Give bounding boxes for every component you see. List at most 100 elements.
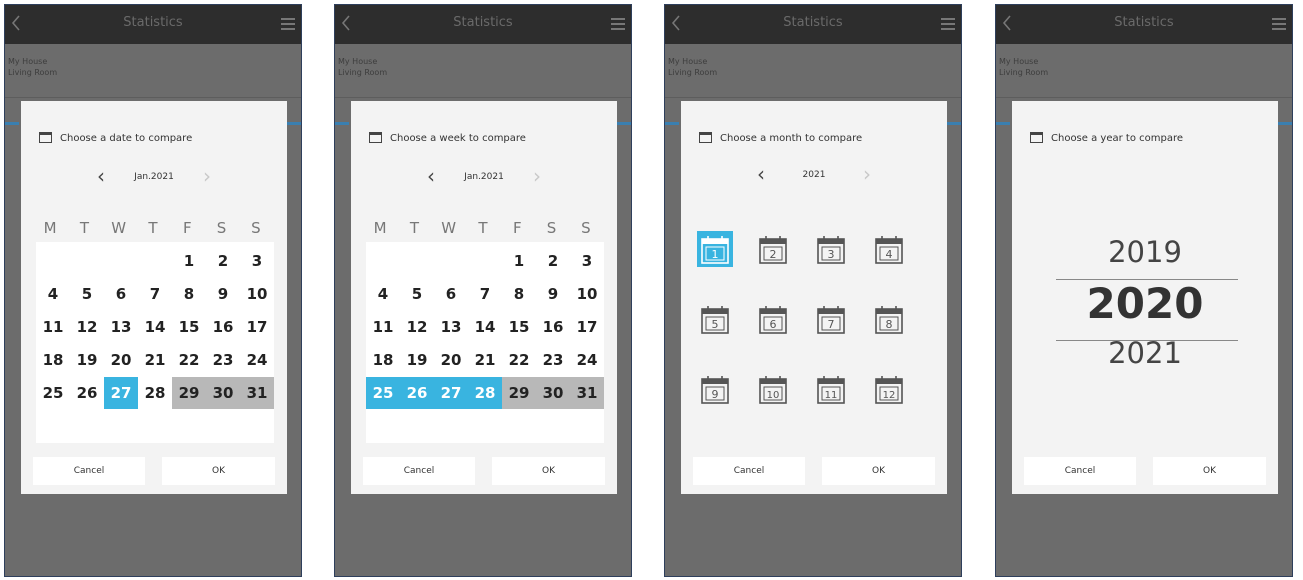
cancel-button[interactable]: Cancel [363,457,475,485]
day-cell[interactable]: 14 [468,311,502,343]
day-cell[interactable]: 29 [172,377,206,409]
day-cell[interactable]: 23 [206,344,240,376]
day-cell[interactable]: 8 [172,278,206,310]
day-cell[interactable]: 17 [570,311,604,343]
day-cell[interactable]: 2 [206,245,240,277]
day-cell[interactable]: 6 [434,278,468,310]
day-cell[interactable]: 22 [172,344,206,376]
month-cell[interactable]: 7 [813,301,849,337]
day-cell[interactable]: 31 [570,377,604,409]
day-cell[interactable]: 19 [400,344,434,376]
day-cell[interactable]: 13 [434,311,468,343]
day-cell[interactable]: 22 [502,344,536,376]
month-cell[interactable]: 4 [871,231,907,267]
menu-icon[interactable] [611,18,625,30]
year-option[interactable]: 2019 [1012,235,1278,269]
month-calendar-icon: 6 [759,306,787,334]
prev-arrow-icon[interactable]: ‹ [757,164,765,184]
next-arrow-icon[interactable]: › [203,166,211,186]
day-cell[interactable]: 4 [36,278,70,310]
top-bar: Statistics [5,5,301,44]
month-cell[interactable]: 11 [813,371,849,407]
day-cell[interactable]: 16 [536,311,570,343]
day-cell[interactable]: 4 [366,278,400,310]
day-cell[interactable]: 28 [138,377,172,409]
day-cell[interactable]: 6 [104,278,138,310]
year-option[interactable]: 2021 [1012,336,1278,370]
next-arrow-icon[interactable]: › [863,164,871,184]
day-cell[interactable]: 28 [468,377,502,409]
day-cell[interactable]: 9 [206,278,240,310]
month-cell[interactable]: 1 [697,231,733,267]
month-cell[interactable]: 2 [755,231,791,267]
day-cell[interactable]: 1 [172,245,206,277]
year-option-selected[interactable]: 2020 [1012,279,1278,328]
prev-arrow-icon[interactable]: ‹ [427,166,435,186]
cancel-button[interactable]: Cancel [1024,457,1136,485]
cancel-button[interactable]: Cancel [33,457,145,485]
day-cell[interactable]: 14 [138,311,172,343]
day-cell[interactable]: 10 [570,278,604,310]
day-cell[interactable]: 24 [570,344,604,376]
day-cell[interactable]: 10 [240,278,274,310]
day-cell[interactable]: 18 [366,344,400,376]
ok-button[interactable]: OK [822,457,935,485]
day-cell[interactable]: 18 [36,344,70,376]
month-cell[interactable]: 9 [697,371,733,407]
day-cell[interactable]: 1 [502,245,536,277]
day-cell[interactable]: 20 [434,344,468,376]
ok-button[interactable]: OK [162,457,275,485]
weekday-label: T [148,219,158,237]
day-cell[interactable]: 11 [36,311,70,343]
day-cell[interactable]: 7 [138,278,172,310]
next-arrow-icon[interactable]: › [533,166,541,186]
day-cell[interactable]: 26 [400,377,434,409]
day-cell[interactable]: 15 [172,311,206,343]
month-cell[interactable]: 10 [755,371,791,407]
day-cell[interactable]: 5 [70,278,104,310]
day-cell[interactable]: 5 [400,278,434,310]
cancel-button[interactable]: Cancel [693,457,805,485]
day-cell[interactable]: 13 [104,311,138,343]
day-cell[interactable]: 3 [240,245,274,277]
day-cell[interactable]: 11 [366,311,400,343]
day-cell[interactable]: 9 [536,278,570,310]
day-cell[interactable]: 27 [104,377,138,409]
ok-button[interactable]: OK [492,457,605,485]
day-cell[interactable]: 15 [502,311,536,343]
day-cell[interactable]: 23 [536,344,570,376]
day-cell[interactable]: 7 [468,278,502,310]
weekday-label: S [546,219,557,237]
menu-icon[interactable] [281,18,295,30]
day-cell[interactable]: 3 [570,245,604,277]
day-cell[interactable]: 30 [536,377,570,409]
day-cell[interactable]: 27 [434,377,468,409]
day-cell[interactable]: 25 [366,377,400,409]
month-cell[interactable]: 5 [697,301,733,337]
menu-icon[interactable] [941,18,955,30]
day-cell[interactable]: 24 [240,344,274,376]
day-cell[interactable]: 29 [502,377,536,409]
day-cell[interactable]: 17 [240,311,274,343]
day-cell[interactable]: 30 [206,377,240,409]
day-cell[interactable]: 26 [70,377,104,409]
day-cell[interactable]: 2 [536,245,570,277]
house-name: My House [668,57,708,66]
month-cell[interactable]: 8 [871,301,907,337]
month-cell[interactable]: 3 [813,231,849,267]
day-cell[interactable]: 12 [70,311,104,343]
day-cell[interactable]: 8 [502,278,536,310]
day-cell[interactable]: 31 [240,377,274,409]
month-cell[interactable]: 6 [755,301,791,337]
day-cell[interactable]: 21 [468,344,502,376]
day-cell[interactable]: 16 [206,311,240,343]
month-cell[interactable]: 12 [871,371,907,407]
ok-button[interactable]: OK [1153,457,1266,485]
day-cell[interactable]: 12 [400,311,434,343]
day-cell[interactable]: 20 [104,344,138,376]
prev-arrow-icon[interactable]: ‹ [97,166,105,186]
day-cell[interactable]: 25 [36,377,70,409]
day-cell[interactable]: 21 [138,344,172,376]
menu-icon[interactable] [1272,18,1286,30]
day-cell[interactable]: 19 [70,344,104,376]
